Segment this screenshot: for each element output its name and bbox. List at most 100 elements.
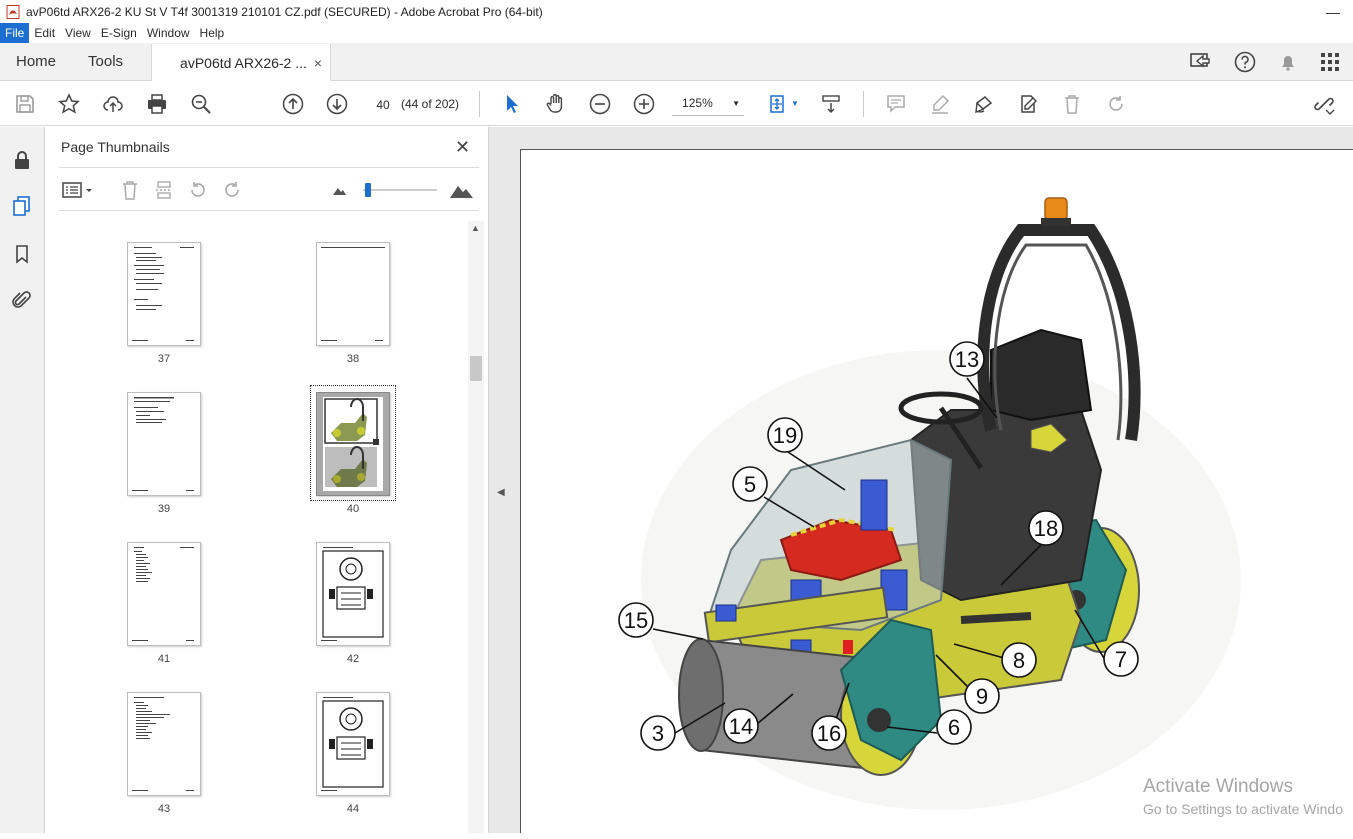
- menu-edit[interactable]: Edit: [29, 23, 60, 43]
- svg-text:14: 14: [729, 714, 753, 739]
- activation-watermark-title: Activate Windows: [1143, 776, 1293, 797]
- title-bar: avP06td ARX26-2 KU St V T4f 3001319 2101…: [0, 0, 1353, 23]
- thumbnail-label: 40: [346, 503, 360, 515]
- main-toolbar: 40 (44 of 202) 125% ▼ ▼: [0, 82, 1353, 126]
- thumbnail-page-39[interactable]: [127, 392, 201, 496]
- close-panel-button[interactable]: ✕: [455, 137, 470, 158]
- menu-help[interactable]: Help: [195, 23, 230, 43]
- page-count-label: (44 of 202): [401, 96, 460, 111]
- svg-text:15: 15: [624, 608, 648, 633]
- zoom-out-icon[interactable]: [588, 92, 612, 116]
- thumbnail-toolbar: [59, 177, 479, 203]
- svg-text:3: 3: [652, 721, 664, 746]
- thumbnail-page-42[interactable]: [316, 542, 390, 646]
- thumbnail-page-40[interactable]: [316, 392, 390, 496]
- upload-cloud-icon[interactable]: [101, 92, 125, 116]
- left-navigation-rail: [0, 127, 45, 833]
- apps-grid-icon[interactable]: [1319, 51, 1341, 73]
- thumbnail-page-37[interactable]: [127, 242, 201, 346]
- help-icon[interactable]: [1233, 50, 1257, 74]
- thumbnail-scrollbar[interactable]: ▲: [468, 221, 484, 833]
- share-screen-icon[interactable]: [1189, 51, 1213, 73]
- callout-8: 8: [1001, 642, 1037, 678]
- tab-document[interactable]: avP06td ARX26-2 ... ×: [151, 44, 332, 81]
- svg-text:9: 9: [976, 684, 988, 709]
- save-icon[interactable]: [13, 92, 37, 116]
- page-thumbnails-icon[interactable]: [11, 195, 33, 217]
- fit-page-dropdown-icon[interactable]: ▼: [791, 99, 799, 108]
- close-tab-button[interactable]: ×: [314, 55, 322, 71]
- menu-bar: File Edit View E-Sign Window Help: [0, 23, 1353, 43]
- thumbnail-page-44[interactable]: [316, 692, 390, 796]
- notifications-bell-icon[interactable]: [1277, 51, 1299, 73]
- toolbar-divider: [479, 90, 481, 117]
- previous-page-icon[interactable]: [281, 92, 305, 116]
- document-view[interactable]: 13 19 5 18 15 8 7 9 3 14 16 6: [512, 127, 1353, 833]
- highlight-pen-icon[interactable]: [928, 92, 952, 116]
- bookmark-icon[interactable]: [11, 243, 33, 265]
- scroll-up-icon[interactable]: ▲: [471, 223, 480, 233]
- share-link-icon[interactable]: [1312, 92, 1336, 116]
- menu-view[interactable]: View: [60, 23, 96, 43]
- menu-esign[interactable]: E-Sign: [96, 23, 142, 43]
- scrolling-mode-icon[interactable]: [819, 92, 843, 116]
- pdf-page: 13 19 5 18 15 8 7 9 3 14 16 6: [520, 149, 1353, 833]
- menu-window[interactable]: Window: [142, 23, 195, 43]
- hand-tool-icon[interactable]: [544, 92, 568, 116]
- print-icon[interactable]: [145, 92, 169, 116]
- callout-5: 5: [732, 466, 768, 502]
- next-page-icon[interactable]: [325, 92, 349, 116]
- thumbnail-options-icon[interactable]: [61, 179, 97, 201]
- thumbnail-size-slider[interactable]: [359, 181, 439, 199]
- zoom-search-icon[interactable]: [189, 92, 213, 116]
- callout-16: 16: [811, 715, 847, 751]
- scrollbar-thumb[interactable]: [470, 356, 482, 381]
- tab-tools[interactable]: Tools: [72, 43, 139, 80]
- svg-text:13: 13: [955, 347, 979, 372]
- thumbnail-label: 41: [157, 653, 171, 665]
- select-cursor-icon[interactable]: [500, 92, 524, 116]
- thumbnail-page-41[interactable]: [127, 542, 201, 646]
- collapse-panel-icon[interactable]: ◀: [497, 487, 505, 498]
- schematic-page-preview: [321, 547, 384, 641]
- draw-pen-icon[interactable]: [972, 92, 996, 116]
- fit-page-icon[interactable]: [766, 92, 790, 116]
- stamp-icon[interactable]: [1016, 92, 1040, 116]
- bookmark-star-icon[interactable]: [57, 92, 81, 116]
- chevron-down-icon: ▼: [732, 98, 741, 108]
- image-page-preview: [323, 397, 383, 491]
- panel-divider: [59, 210, 479, 211]
- menu-file[interactable]: File: [0, 23, 30, 43]
- comment-icon[interactable]: [884, 92, 908, 116]
- svg-text:5: 5: [744, 472, 756, 497]
- minimize-button[interactable]: —: [1313, 4, 1353, 20]
- thumbnail-label: 42: [346, 653, 360, 665]
- callout-9: 9: [964, 678, 1000, 714]
- zoom-level-value: 125%: [682, 96, 713, 110]
- delete-trash-icon[interactable]: [1060, 92, 1084, 116]
- small-thumbnail-icon[interactable]: [331, 183, 347, 197]
- lock-icon[interactable]: [11, 149, 33, 171]
- extract-pages-icon[interactable]: [153, 179, 175, 201]
- blank-page-preview: [321, 247, 385, 341]
- callout-7: 7: [1103, 641, 1139, 677]
- callout-3: 3: [640, 715, 676, 751]
- attachment-paperclip-icon[interactable]: [11, 289, 33, 311]
- callout-14: 14: [723, 708, 759, 744]
- panel-splitter[interactable]: ◀: [488, 127, 512, 833]
- zoom-in-icon[interactable]: [632, 92, 656, 116]
- rotate-clockwise-icon[interactable]: [221, 179, 243, 201]
- toolbar-divider: [862, 90, 864, 117]
- thumbnail-page-38[interactable]: [316, 242, 390, 346]
- rotate-counterclockwise-icon[interactable]: [187, 179, 209, 201]
- thumbnail-page-43[interactable]: [127, 692, 201, 796]
- callout-18: 18: [1028, 510, 1064, 546]
- redo-icon[interactable]: [1104, 92, 1128, 116]
- svg-text:8: 8: [1013, 648, 1025, 673]
- thumbnail-list: 37 38 39 40 41 42 43 44: [45, 217, 470, 833]
- zoom-level-select[interactable]: 125% ▼: [672, 92, 745, 116]
- large-thumbnail-icon[interactable]: [449, 179, 475, 201]
- tab-home[interactable]: Home: [0, 43, 72, 80]
- delete-page-icon[interactable]: [119, 179, 141, 201]
- page-number-input[interactable]: 40: [369, 92, 397, 115]
